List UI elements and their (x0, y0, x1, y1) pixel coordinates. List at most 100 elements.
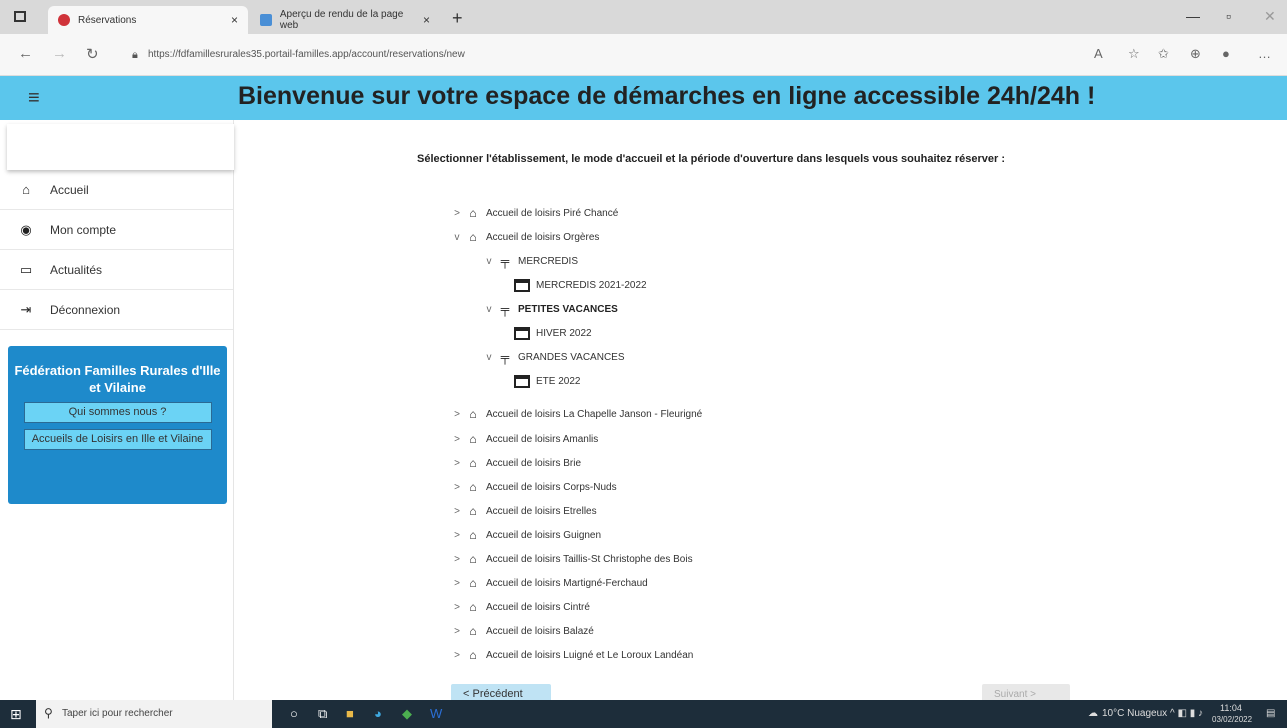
house-icon: ⌂ (469, 648, 477, 662)
sidebar-item-deconnexion[interactable]: ⇥ Déconnexion (0, 290, 233, 330)
tree-node-mode[interactable]: v ╤ MERCREDIS (482, 253, 579, 269)
sidebar-item-actualites[interactable]: ▭ Actualités (0, 250, 233, 290)
edge-icon[interactable]: ◕ (374, 706, 382, 721)
chevron-right-icon[interactable]: > (450, 530, 464, 541)
site-favicon-icon (58, 14, 70, 26)
new-tab-button[interactable]: + (452, 8, 463, 29)
tree-node-label: Accueil de loisirs Corps-Nuds (486, 481, 617, 493)
forward-icon[interactable]: → (52, 45, 67, 62)
taskbar-search-input[interactable]: ⚲ Taper ici pour rechercher (36, 700, 272, 728)
tab-preview[interactable]: Aperçu de rendu de la page web × (250, 6, 440, 34)
task-view-icon[interactable]: ⧉ (318, 706, 327, 722)
favorite-icon[interactable]: ☆ (1128, 46, 1140, 62)
back-icon[interactable]: ← (18, 45, 33, 62)
chevron-right-icon[interactable]: > (450, 482, 464, 493)
tree-node-establishment[interactable]: > ⌂ Accueil de loisirs Martigné-Ferchaud (450, 575, 648, 591)
tree-node-establishment[interactable]: > ⌂ Accueil de loisirs La Chapelle Janso… (450, 406, 702, 422)
chevron-down-icon[interactable]: v (482, 304, 496, 315)
chevron-right-icon[interactable]: > (450, 434, 464, 445)
maximize-icon[interactable]: ▫ (1226, 8, 1231, 24)
house-icon: ⌂ (469, 456, 477, 470)
tree-node-establishment[interactable]: > ⌂ Accueil de loisirs Piré Chancé (450, 205, 618, 221)
qui-sommes-nous-button[interactable]: Qui sommes nous ? (23, 402, 212, 423)
chevron-right-icon[interactable]: > (450, 506, 464, 517)
browser-tab-bar: Réservations × Aperçu de rendu de la pag… (0, 0, 1287, 34)
tree-node-establishment[interactable]: > ⌂ Accueil de loisirs Amanlis (450, 431, 598, 447)
tab-reservations[interactable]: Réservations × (48, 6, 248, 34)
system-tray-icons[interactable]: ^ ◧ ▮ ♪ (1170, 708, 1203, 719)
instruction-text: Sélectionner l'établissement, le mode d'… (417, 153, 1005, 165)
clock-time[interactable]: 11:04 (1220, 703, 1242, 713)
chevron-right-icon[interactable]: > (450, 578, 464, 589)
tree-node-period[interactable]: ETE 2022 (514, 373, 580, 389)
refresh-icon[interactable]: ↻ (86, 45, 99, 63)
tree-node-mode[interactable]: v ╤ PETITES VACANCES (482, 301, 618, 317)
tree-node-establishment[interactable]: > ⌂ Accueil de loisirs Balazé (450, 623, 594, 639)
tree-node-establishment[interactable]: > ⌂ Accueil de loisirs Guignen (450, 527, 601, 543)
house-icon: ⌂ (469, 480, 477, 494)
tree-node-label: Accueil de loisirs Etrelles (486, 505, 597, 517)
notifications-icon[interactable]: ▤ (1266, 708, 1275, 719)
sidebar-item-accueil[interactable]: ⌂ Accueil (0, 170, 233, 210)
tree-node-establishment[interactable]: v ⌂ Accueil de loisirs Orgères (450, 229, 600, 245)
calendar-icon (514, 374, 530, 388)
chevron-right-icon[interactable]: > (450, 208, 464, 219)
app-header: ≡ Bienvenue sur votre espace de démarche… (0, 76, 1287, 120)
tree-node-establishment[interactable]: > ⌂ Accueil de loisirs Taillis-St Christ… (450, 551, 693, 567)
search-icon: ⚲ (44, 706, 53, 720)
tree-node-period[interactable]: MERCREDIS 2021-2022 (514, 277, 647, 293)
close-tab-icon[interactable]: × (423, 13, 430, 27)
house-icon: ⌂ (469, 552, 477, 566)
file-explorer-icon[interactable]: ■ (346, 706, 354, 721)
close-window-icon[interactable]: ✕ (1264, 8, 1276, 25)
tree-node-label: Accueil de loisirs Martigné-Ferchaud (486, 577, 648, 589)
tree-node-establishment[interactable]: > ⌂ Accueil de loisirs Cintré (450, 599, 590, 615)
windows-start-icon[interactable]: ⊞ (10, 706, 22, 723)
weather-icon[interactable]: ☁ (1088, 708, 1098, 719)
house-icon: ⌂ (469, 600, 477, 614)
minimize-icon[interactable]: — (1186, 8, 1200, 24)
signpost-icon: ╤ (500, 350, 510, 364)
calendar-icon (514, 326, 530, 340)
page-favicon-icon (260, 14, 272, 26)
close-tab-icon[interactable]: × (231, 13, 238, 27)
chevron-right-icon[interactable]: > (450, 626, 464, 637)
cortana-icon[interactable]: ○ (290, 706, 298, 721)
house-icon: ⌂ (469, 432, 477, 446)
profile-icon[interactable]: ● (1222, 46, 1230, 61)
menu-icon[interactable]: ≡ (28, 88, 40, 108)
sidebar-item-label: Mon compte (50, 222, 117, 237)
house-icon: ⌂ (469, 576, 477, 590)
tree-node-establishment[interactable]: > ⌂ Accueil de loisirs Brie (450, 455, 581, 471)
accueils-de-loisirs-button[interactable]: Accueils de Loisirs en Ille et Vilaine (23, 429, 212, 450)
tree-node-establishment[interactable]: > ⌂ Accueil de loisirs Luigné et Le Loro… (450, 647, 693, 663)
chevron-right-icon[interactable]: > (450, 409, 464, 420)
weather-text[interactable]: 10°C Nuageux (1102, 708, 1167, 719)
tree-node-mode[interactable]: v ╤ GRANDES VACANCES (482, 349, 625, 365)
url-field[interactable]: 🔒︎ https://fdfamillesrurales35.portail-f… (128, 45, 1078, 65)
chevron-down-icon[interactable]: v (482, 352, 496, 363)
tab-actions-icon[interactable] (14, 11, 26, 22)
word-icon[interactable]: W (430, 706, 442, 721)
tree-node-establishment[interactable]: > ⌂ Accueil de loisirs Corps-Nuds (450, 479, 617, 495)
tree-node-period[interactable]: HIVER 2022 (514, 325, 592, 341)
collections-icon[interactable]: ⊕ (1190, 46, 1201, 62)
sidebar-item-label: Actualités (50, 262, 103, 277)
sidebar-item-mon-compte[interactable]: ◉ Mon compte (0, 210, 233, 250)
chevron-down-icon[interactable]: v (450, 232, 464, 243)
signpost-icon: ╤ (500, 302, 510, 316)
chevron-right-icon[interactable]: > (450, 554, 464, 565)
account-icon: ◉ (20, 221, 32, 237)
read-aloud-icon[interactable]: A (1094, 46, 1103, 61)
lock-icon: 🔒︎ (132, 49, 138, 61)
chevron-right-icon[interactable]: > (450, 650, 464, 661)
favorites-icon[interactable]: ✩ (1158, 46, 1169, 62)
tree-node-establishment[interactable]: > ⌂ Accueil de loisirs Etrelles (450, 503, 597, 519)
chevron-right-icon[interactable]: > (450, 602, 464, 613)
more-icon[interactable]: … (1258, 46, 1271, 61)
chevron-right-icon[interactable]: > (450, 458, 464, 469)
logo-area (7, 124, 234, 170)
chevron-down-icon[interactable]: v (482, 256, 496, 267)
app-icon[interactable]: ◆ (402, 706, 412, 722)
clock-date[interactable]: 03/02/2022 (1212, 715, 1252, 724)
